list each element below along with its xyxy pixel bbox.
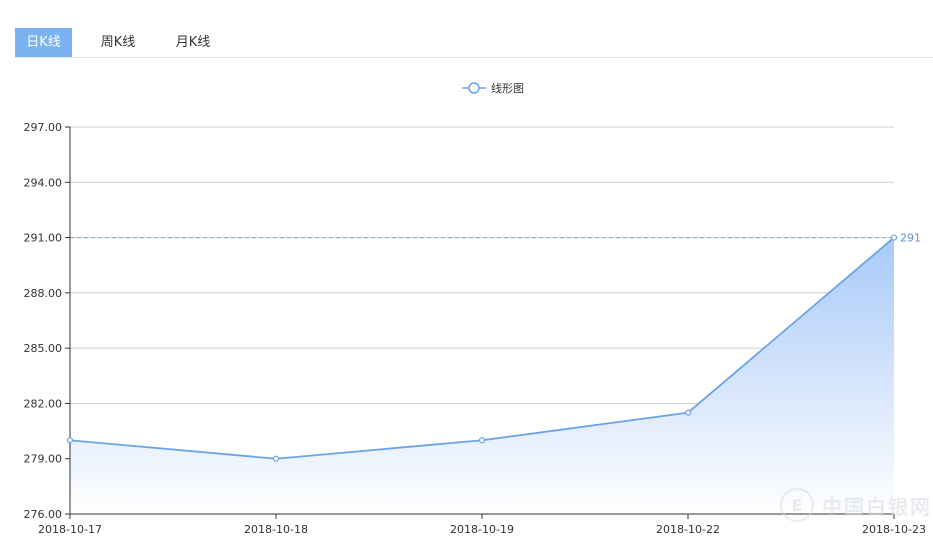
x-tick-label: 2018-10-18 xyxy=(244,523,308,536)
markline-label: 291 xyxy=(900,232,921,245)
x-tick-label: 2018-10-23 xyxy=(862,523,926,536)
x-tick-label: 2018-10-22 xyxy=(656,523,720,536)
watermark-text: 中国白银网 xyxy=(822,494,932,519)
y-tick-label: 276.00 xyxy=(24,508,63,521)
data-point xyxy=(684,409,692,416)
logo-icon: E xyxy=(780,488,814,522)
area-fill xyxy=(70,237,894,515)
y-tick-label: 291.00 xyxy=(24,232,63,245)
data-point xyxy=(478,437,486,444)
data-point xyxy=(272,455,280,462)
y-tick-label: 279.00 xyxy=(24,453,63,466)
x-tick-label: 2018-10-17 xyxy=(38,523,102,536)
y-tick-label: 297.00 xyxy=(24,121,63,134)
data-point xyxy=(890,234,898,241)
y-tick-label: 294.00 xyxy=(24,176,63,189)
y-tick-label: 288.00 xyxy=(24,287,63,300)
y-tick-label: 285.00 xyxy=(24,342,63,355)
x-tick-label: 2018-10-19 xyxy=(450,523,514,536)
watermark: E 中国白银网 xyxy=(780,488,932,522)
line-chart: 276.00 279.00 282.00 285.00 288.00 291.00 294.… xyxy=(24,121,926,536)
data-point xyxy=(66,437,74,444)
y-tick-label: 282.00 xyxy=(24,397,63,410)
